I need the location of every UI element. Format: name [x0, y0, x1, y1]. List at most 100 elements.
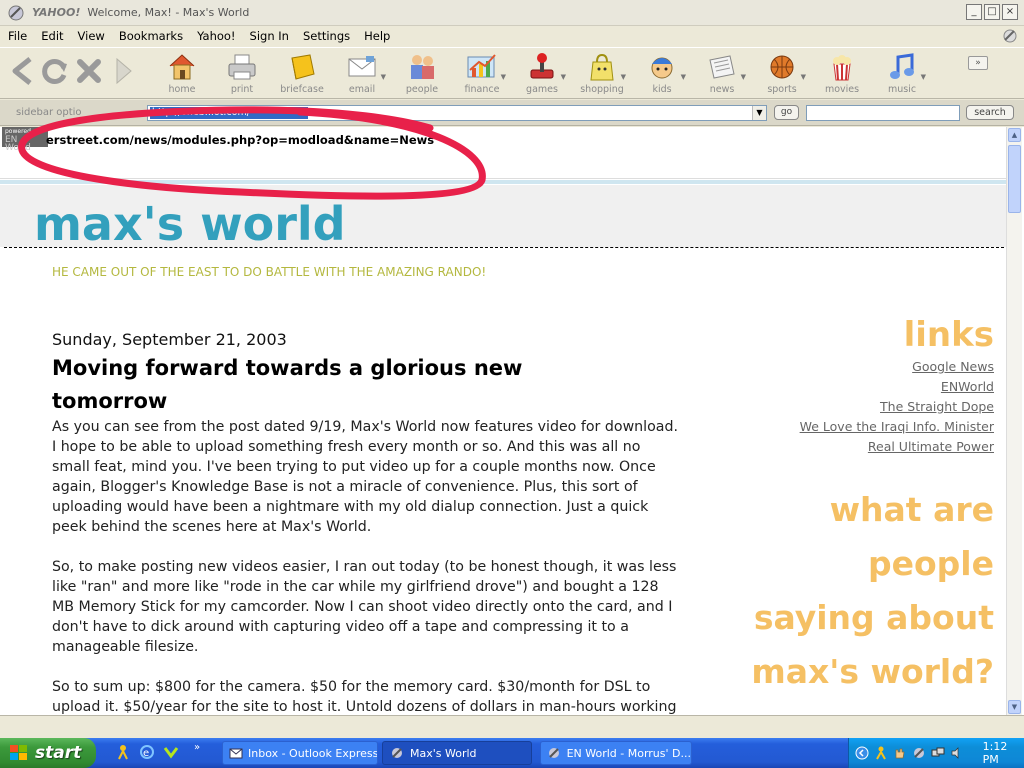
dropdown-arrow-icon[interactable]: ▼: [741, 73, 746, 81]
toolbar-home-button[interactable]: home: [154, 51, 210, 97]
dropdown-arrow-icon[interactable]: ▼: [561, 73, 566, 81]
chevron-left-icon[interactable]: [855, 745, 870, 761]
quick-launch-chevron-icon[interactable]: »: [194, 742, 200, 753]
task-label: Inbox - Outlook Express: [248, 746, 378, 760]
back-icon[interactable]: [8, 54, 38, 88]
post-paragraph: As you can see from the post dated 9/19,…: [52, 419, 678, 535]
toolbar-print-button[interactable]: print: [214, 51, 270, 97]
dropdown-arrow-icon[interactable]: ▼: [621, 73, 626, 81]
page-content: powered EN World erstreet.com/news/modul…: [0, 127, 1024, 715]
winamp-icon[interactable]: [162, 743, 180, 761]
scroll-up-arrow-icon[interactable]: ▲: [1008, 128, 1021, 142]
yahoo-browser-icon[interactable]: [912, 745, 927, 761]
blog-tagline: HE CAME OUT OF THE EAST TO DO BATTLE WIT…: [52, 265, 487, 279]
minimize-button[interactable]: _: [966, 4, 982, 20]
dropdown-arrow-icon[interactable]: ▼: [681, 73, 686, 81]
vertical-scrollbar[interactable]: ▲ ▼: [1006, 127, 1022, 715]
toolbar-shopping-button[interactable]: shopping ▼: [574, 51, 630, 97]
task-outlook[interactable]: Inbox - Outlook Express: [222, 741, 378, 765]
clock[interactable]: 1:12 PM: [983, 740, 1024, 766]
link-iraqi-info-minister[interactable]: We Love the Iraqi Info. Minister: [694, 417, 994, 437]
more-buttons-chevron[interactable]: »: [968, 56, 988, 70]
dropdown-arrow-icon[interactable]: ▼: [921, 73, 926, 81]
link-google-news[interactable]: Google News: [694, 357, 994, 377]
toolbar-kids-button[interactable]: kids ▼: [634, 51, 690, 97]
toolbar-news-button[interactable]: news ▼: [694, 51, 750, 97]
stop-icon[interactable]: [74, 54, 104, 88]
menu-edit[interactable]: Edit: [34, 29, 70, 43]
link-straight-dope[interactable]: The Straight Dope: [694, 397, 994, 417]
menu-help[interactable]: Help: [357, 29, 397, 43]
aim-icon[interactable]: [874, 745, 889, 761]
task-maxs-world[interactable]: Max's World: [382, 741, 532, 765]
briefcase-icon: [285, 51, 319, 83]
toolbar-movies-button[interactable]: movies: [814, 51, 870, 97]
en-world-label: EN World: [5, 135, 31, 153]
go-button[interactable]: go: [774, 105, 799, 120]
blog-page: max's world HE CAME OUT OF THE EAST TO D…: [0, 185, 1006, 715]
toolbar-sports-button[interactable]: sports ▼: [754, 51, 810, 97]
comments-heading-line: max's world?: [751, 652, 994, 691]
toolbar-music-button[interactable]: music ▼: [874, 51, 930, 97]
taskbar: start e » Inbox - Outlook Express Max's …: [0, 738, 1024, 768]
dropdown-arrow-icon[interactable]: ▼: [801, 73, 806, 81]
link-real-ultimate-power[interactable]: Real Ultimate Power: [694, 437, 994, 457]
yahoo-browser-icon: [547, 745, 562, 761]
toolbar-people-button[interactable]: people: [394, 51, 450, 97]
powered-badge[interactable]: powered EN World: [2, 127, 48, 153]
status-strip: [0, 715, 1024, 738]
url-input[interactable]: http://oneb...ot.com/ ▼: [147, 105, 767, 121]
post-paragraph: So, to make posting new videos easier, I…: [52, 559, 677, 655]
menu-bookmarks[interactable]: Bookmarks: [112, 29, 190, 43]
start-label: start: [35, 743, 82, 763]
dropdown-arrow-icon[interactable]: ▼: [501, 73, 506, 81]
toolbar-label: people: [405, 84, 439, 95]
scroll-thumb[interactable]: [1008, 145, 1021, 213]
window-controls: _ □ ×: [966, 4, 1018, 20]
toolbar-finance-button[interactable]: finance ▼: [454, 51, 510, 97]
toolbar-label: finance: [464, 84, 500, 95]
task-en-world[interactable]: EN World - Morrus' D...: [540, 741, 692, 765]
close-button[interactable]: ×: [1002, 4, 1018, 20]
sidebar-options-button[interactable]: sidebar optio: [16, 107, 82, 118]
toolbar-email-button[interactable]: email ▼: [334, 51, 390, 97]
chart-icon: [465, 51, 499, 83]
search-input[interactable]: [806, 105, 960, 121]
toolbar-games-button[interactable]: games ▼: [514, 51, 570, 97]
title-bar: YAHOO! Welcome, Max! - Max's World _ □ ×: [0, 0, 1024, 26]
forward-icon[interactable]: [108, 54, 138, 88]
blog-title[interactable]: max's world: [34, 197, 346, 251]
menu-sign-in[interactable]: Sign In: [243, 29, 296, 43]
menu-yahoo[interactable]: Yahoo!: [190, 29, 242, 43]
brand-logo: YAHOO!: [32, 6, 81, 19]
post-title: Moving forward towards a glorious new to…: [52, 356, 523, 413]
window-title: YAHOO! Welcome, Max! - Max's World: [32, 6, 249, 19]
toolbar-label: print: [230, 84, 254, 95]
search-button[interactable]: search: [966, 105, 1014, 120]
toolbar: home print briefcase email ▼ people fina…: [0, 47, 1024, 99]
windows-flag-icon: [10, 745, 27, 760]
scroll-down-arrow-icon[interactable]: ▼: [1008, 700, 1021, 714]
sidebar: links Google News ENWorld The Straight D…: [694, 313, 994, 699]
dropdown-arrow-icon[interactable]: ▼: [381, 73, 386, 81]
hand-icon[interactable]: [893, 745, 908, 761]
internet-explorer-icon[interactable]: e: [138, 743, 156, 761]
menu-bar: File Edit View Bookmarks Yahoo! Sign In …: [0, 26, 1024, 46]
network-icon[interactable]: [931, 745, 946, 761]
aim-icon[interactable]: [114, 743, 132, 761]
refresh-icon[interactable]: [40, 54, 70, 88]
volume-icon[interactable]: [950, 745, 965, 761]
popcorn-icon: [825, 51, 859, 83]
menu-view[interactable]: View: [71, 29, 112, 43]
maximize-button[interactable]: □: [984, 4, 1000, 20]
yahoo-browser-icon: [389, 745, 405, 761]
toolbar-briefcase-button[interactable]: briefcase: [274, 51, 330, 97]
toolbar-label: movies: [824, 84, 860, 95]
menu-file[interactable]: File: [0, 29, 34, 43]
chevron-down-icon[interactable]: ▼: [752, 106, 766, 120]
start-button[interactable]: start: [0, 738, 96, 768]
link-enworld[interactable]: ENWorld: [694, 377, 994, 397]
links-heading: links: [903, 315, 994, 355]
menu-settings[interactable]: Settings: [296, 29, 357, 43]
banner-url-text[interactable]: erstreet.com/news/modules.php?op=modload…: [46, 133, 434, 147]
